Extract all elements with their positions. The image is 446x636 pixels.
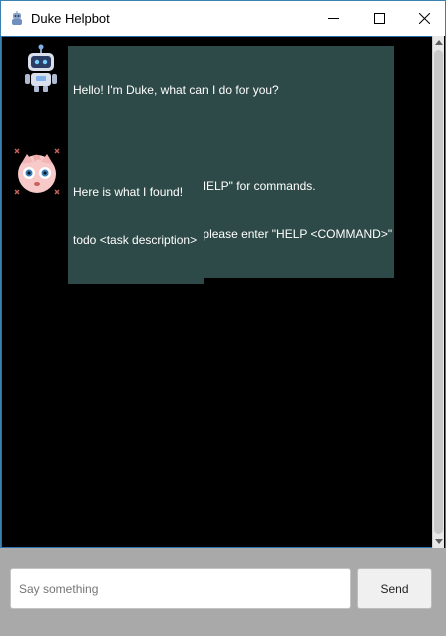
- vertical-scrollbar[interactable]: [432, 36, 444, 548]
- window-title: Duke Helpbot: [31, 11, 110, 26]
- robot-avatar: [25, 44, 57, 92]
- message-line: todo <task description>: [73, 233, 198, 247]
- send-button[interactable]: Send: [357, 568, 432, 609]
- scrollbar-thumb[interactable]: [434, 50, 443, 534]
- user-message-bubble: Here is what I found! todo <task descrip…: [68, 148, 204, 284]
- chat-area: Hello! I'm Duke, what can I do for you? …: [0, 36, 446, 548]
- scroll-down-icon[interactable]: [435, 539, 443, 544]
- minimize-icon: [327, 18, 339, 19]
- message-input[interactable]: [10, 568, 351, 609]
- maximize-icon: [373, 13, 385, 24]
- maximize-button[interactable]: [356, 1, 402, 36]
- dialog-container[interactable]: Hello! I'm Duke, what can I do for you? …: [1, 36, 434, 548]
- scroll-up-icon[interactable]: [435, 40, 443, 45]
- message-line: Here is what I found!: [73, 185, 184, 199]
- jigglypuff-avatar: [14, 148, 60, 195]
- minimize-button[interactable]: [310, 1, 356, 36]
- message-line: Hello! I'm Duke, what can I do for you?: [73, 83, 279, 97]
- message-line: [73, 130, 389, 146]
- input-bar: Send: [0, 548, 446, 636]
- close-icon: [418, 13, 430, 24]
- close-button[interactable]: [401, 1, 446, 36]
- title-bar: Duke Helpbot: [0, 0, 446, 36]
- robot-icon: [12, 11, 22, 25]
